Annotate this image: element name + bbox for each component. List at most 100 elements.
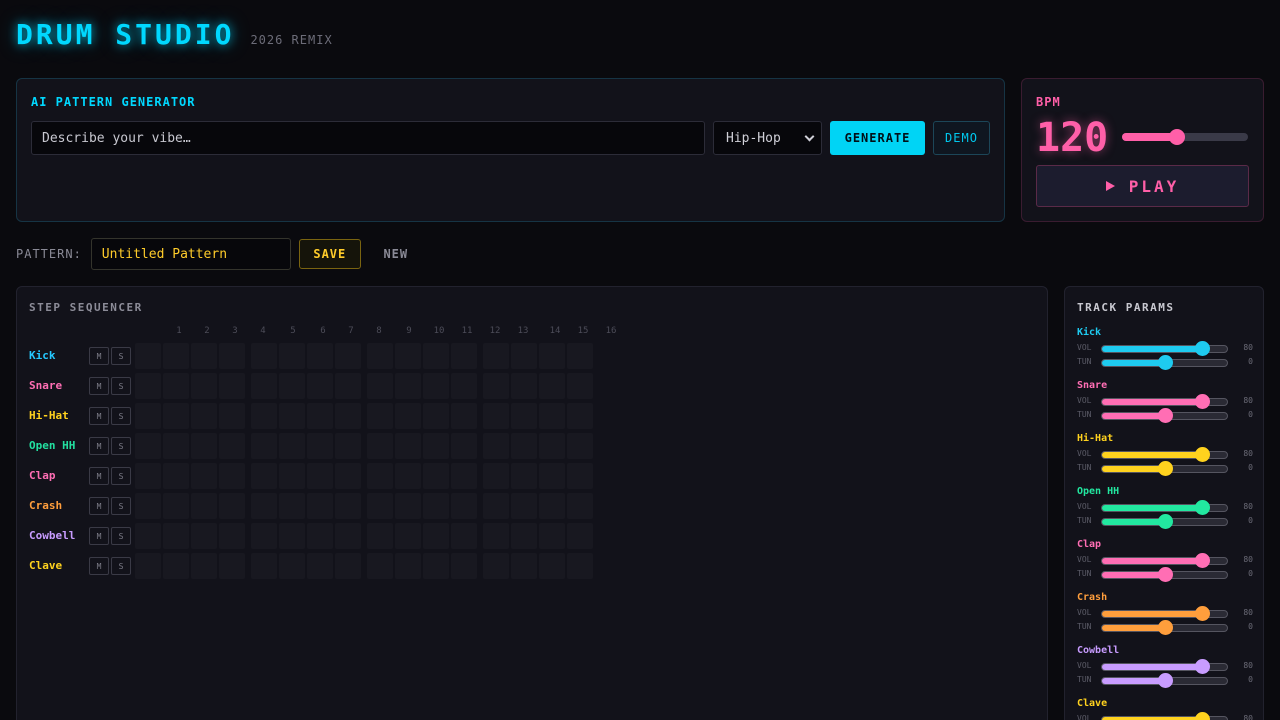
volume-slider[interactable] bbox=[1101, 447, 1228, 462]
step-cell[interactable] bbox=[251, 403, 277, 429]
step-cell[interactable] bbox=[511, 403, 537, 429]
volume-slider[interactable] bbox=[1101, 553, 1228, 568]
step-cell[interactable] bbox=[367, 523, 393, 549]
step-cell[interactable] bbox=[367, 373, 393, 399]
step-cell[interactable] bbox=[483, 343, 509, 369]
tune-slider-thumb[interactable] bbox=[1157, 567, 1173, 582]
tune-slider-thumb[interactable] bbox=[1157, 620, 1173, 635]
step-cell[interactable] bbox=[395, 553, 421, 579]
step-cell[interactable] bbox=[251, 463, 277, 489]
volume-slider[interactable] bbox=[1101, 606, 1228, 621]
volume-slider-thumb[interactable] bbox=[1195, 606, 1210, 621]
step-cell[interactable] bbox=[279, 553, 305, 579]
step-cell[interactable] bbox=[539, 373, 565, 399]
volume-slider[interactable] bbox=[1101, 341, 1228, 356]
step-cell[interactable] bbox=[423, 403, 449, 429]
step-cell[interactable] bbox=[335, 373, 361, 399]
step-cell[interactable] bbox=[279, 433, 305, 459]
step-cell[interactable] bbox=[511, 343, 537, 369]
mute-button[interactable]: M bbox=[89, 527, 109, 545]
tune-slider-thumb[interactable] bbox=[1157, 408, 1173, 423]
step-cell[interactable] bbox=[451, 373, 477, 399]
step-cell[interactable] bbox=[251, 433, 277, 459]
tune-slider-thumb[interactable] bbox=[1157, 514, 1173, 529]
solo-button[interactable]: S bbox=[111, 437, 131, 455]
step-cell[interactable] bbox=[451, 493, 477, 519]
step-cell[interactable] bbox=[395, 463, 421, 489]
step-cell[interactable] bbox=[451, 463, 477, 489]
step-cell[interactable] bbox=[423, 493, 449, 519]
step-cell[interactable] bbox=[367, 553, 393, 579]
step-cell[interactable] bbox=[135, 493, 161, 519]
step-cell[interactable] bbox=[163, 403, 189, 429]
step-cell[interactable] bbox=[135, 343, 161, 369]
step-cell[interactable] bbox=[335, 493, 361, 519]
volume-slider[interactable] bbox=[1101, 659, 1228, 674]
solo-button[interactable]: S bbox=[111, 347, 131, 365]
tune-slider-thumb[interactable] bbox=[1157, 355, 1173, 370]
tune-slider[interactable] bbox=[1101, 567, 1228, 582]
step-cell[interactable] bbox=[423, 553, 449, 579]
step-cell[interactable] bbox=[135, 463, 161, 489]
step-cell[interactable] bbox=[567, 493, 593, 519]
step-cell[interactable] bbox=[191, 553, 217, 579]
step-cell[interactable] bbox=[135, 373, 161, 399]
mute-button[interactable]: M bbox=[89, 497, 109, 515]
step-cell[interactable] bbox=[335, 343, 361, 369]
step-cell[interactable] bbox=[307, 403, 333, 429]
step-cell[interactable] bbox=[279, 493, 305, 519]
step-cell[interactable] bbox=[567, 373, 593, 399]
step-cell[interactable] bbox=[395, 403, 421, 429]
step-cell[interactable] bbox=[539, 493, 565, 519]
step-cell[interactable] bbox=[279, 463, 305, 489]
step-cell[interactable] bbox=[567, 403, 593, 429]
solo-button[interactable]: S bbox=[111, 407, 131, 425]
step-cell[interactable] bbox=[335, 463, 361, 489]
step-cell[interactable] bbox=[307, 373, 333, 399]
step-cell[interactable] bbox=[539, 433, 565, 459]
solo-button[interactable]: S bbox=[111, 527, 131, 545]
step-cell[interactable] bbox=[567, 343, 593, 369]
save-button[interactable]: SAVE bbox=[298, 239, 361, 269]
mute-button[interactable]: M bbox=[89, 347, 109, 365]
volume-slider-thumb[interactable] bbox=[1195, 659, 1210, 674]
step-cell[interactable] bbox=[279, 343, 305, 369]
step-cell[interactable] bbox=[367, 343, 393, 369]
step-cell[interactable] bbox=[135, 433, 161, 459]
tune-slider-thumb[interactable] bbox=[1157, 673, 1173, 688]
step-cell[interactable] bbox=[219, 553, 245, 579]
step-cell[interactable] bbox=[539, 343, 565, 369]
bpm-slider-thumb[interactable] bbox=[1169, 129, 1186, 145]
step-cell[interactable] bbox=[219, 403, 245, 429]
step-cell[interactable] bbox=[539, 553, 565, 579]
step-cell[interactable] bbox=[483, 373, 509, 399]
step-cell[interactable] bbox=[307, 553, 333, 579]
step-cell[interactable] bbox=[191, 523, 217, 549]
mute-button[interactable]: M bbox=[89, 437, 109, 455]
demo-button[interactable]: DEMO bbox=[933, 121, 990, 155]
step-cell[interactable] bbox=[163, 463, 189, 489]
volume-slider-thumb[interactable] bbox=[1195, 553, 1210, 568]
step-cell[interactable] bbox=[483, 433, 509, 459]
step-cell[interactable] bbox=[451, 343, 477, 369]
step-cell[interactable] bbox=[451, 523, 477, 549]
step-cell[interactable] bbox=[567, 433, 593, 459]
step-cell[interactable] bbox=[395, 493, 421, 519]
tune-slider[interactable] bbox=[1101, 673, 1228, 688]
step-cell[interactable] bbox=[367, 403, 393, 429]
mute-button[interactable]: M bbox=[89, 407, 109, 425]
step-cell[interactable] bbox=[135, 523, 161, 549]
step-cell[interactable] bbox=[307, 433, 333, 459]
vibe-input[interactable]: Describe your vibe… bbox=[31, 121, 705, 155]
step-cell[interactable] bbox=[163, 373, 189, 399]
step-cell[interactable] bbox=[567, 553, 593, 579]
step-cell[interactable] bbox=[483, 463, 509, 489]
solo-button[interactable]: S bbox=[111, 557, 131, 575]
step-cell[interactable] bbox=[163, 553, 189, 579]
step-cell[interactable] bbox=[511, 553, 537, 579]
step-cell[interactable] bbox=[335, 433, 361, 459]
play-button[interactable]: PLAY bbox=[1036, 165, 1249, 207]
step-cell[interactable] bbox=[483, 403, 509, 429]
tune-slider[interactable] bbox=[1101, 461, 1228, 476]
step-cell[interactable] bbox=[191, 343, 217, 369]
